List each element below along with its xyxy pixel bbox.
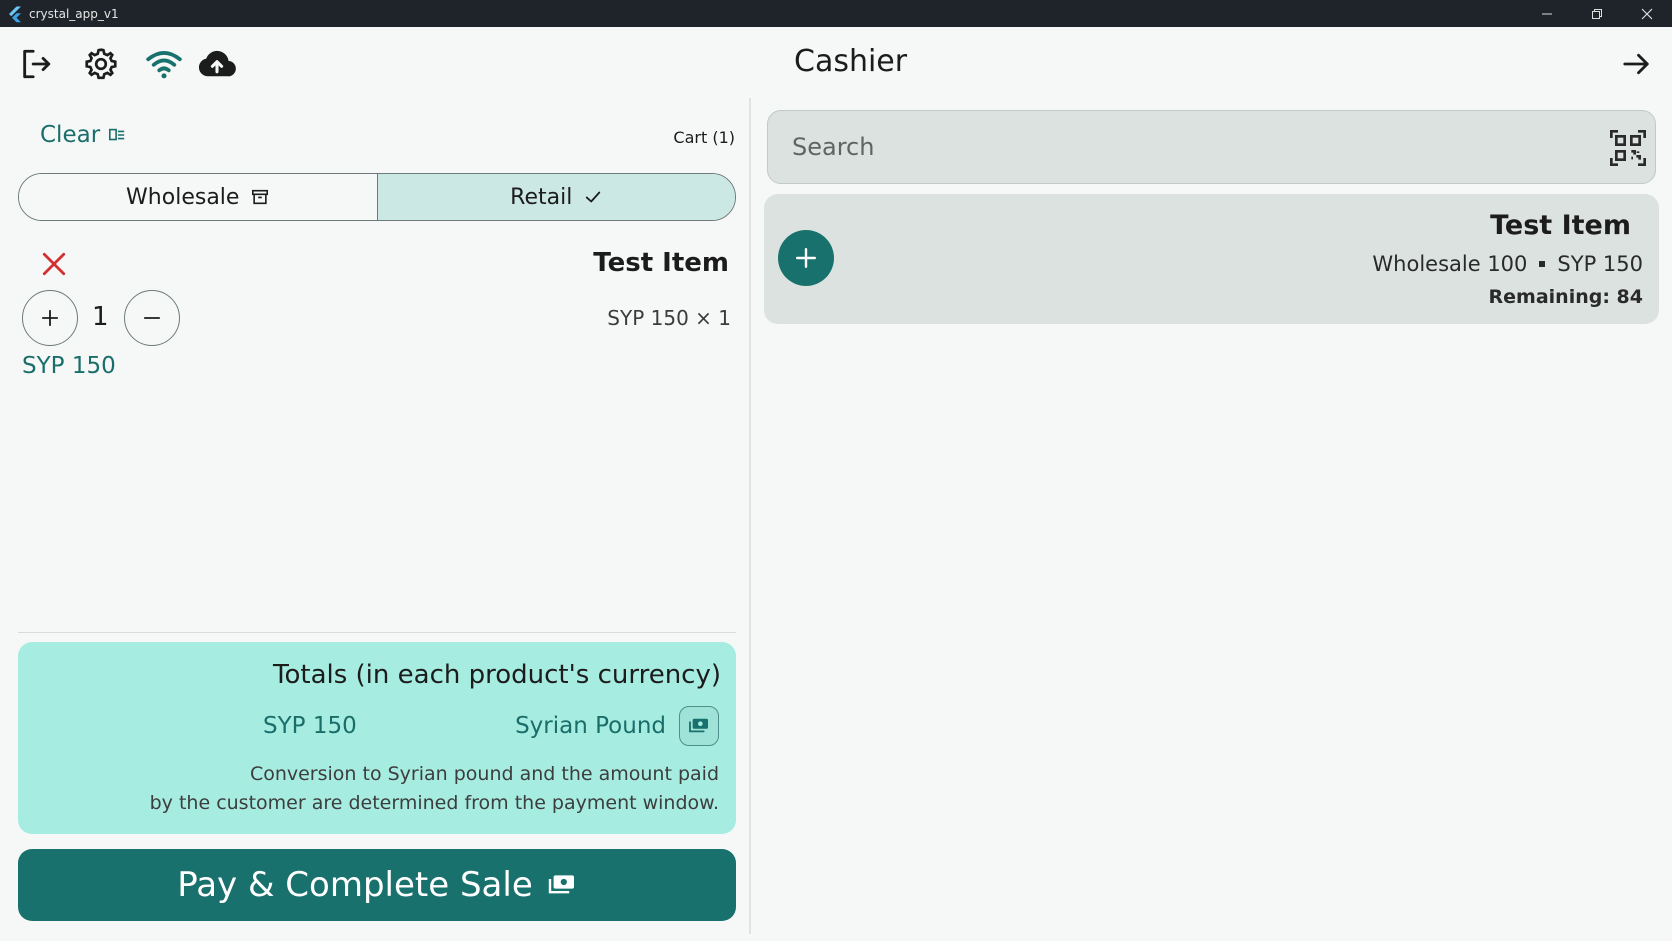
check-icon xyxy=(586,191,601,203)
plus-icon xyxy=(41,309,59,327)
clear-list-icon xyxy=(109,128,125,141)
totals-amount: SYP 150 xyxy=(263,713,357,739)
search-bar xyxy=(767,110,1656,184)
product-card[interactable]: Test Item Wholesale 100 SYP 150 Remainin… xyxy=(764,194,1659,324)
minimize-button[interactable] xyxy=(1522,0,1572,27)
totals-note: Conversion to Syrian pound and the amoun… xyxy=(150,760,719,818)
totals-title: Totals (in each product's currency) xyxy=(273,660,721,690)
totals-panel: Totals (in each product's currency) SYP … xyxy=(18,642,736,834)
forward-button[interactable] xyxy=(1616,44,1656,84)
close-window-button[interactable] xyxy=(1622,0,1672,27)
gear-icon xyxy=(85,48,117,80)
wifi-icon xyxy=(146,51,182,79)
pay-complete-sale-button[interactable]: Pay & Complete Sale xyxy=(18,849,736,921)
arrow-right-icon xyxy=(1623,53,1649,75)
plus-icon xyxy=(795,247,817,269)
cloud-upload-icon xyxy=(198,50,236,77)
decrease-quantity-button[interactable] xyxy=(124,290,180,346)
settings-button[interactable] xyxy=(81,44,121,84)
logout-icon xyxy=(23,49,51,79)
restore-icon xyxy=(1592,8,1602,19)
totals-note-line-1: Conversion to Syrian pound and the amoun… xyxy=(249,763,719,785)
unit-price-line: SYP 150 × 1 xyxy=(607,306,731,330)
page-title: Cashier xyxy=(794,44,908,79)
qr-scanner-icon xyxy=(1610,130,1646,166)
pane-divider xyxy=(749,98,751,934)
payments-icon xyxy=(548,875,574,894)
currency-payment-chip[interactable] xyxy=(679,706,719,746)
cart-divider xyxy=(18,632,736,633)
archive-icon xyxy=(252,189,269,205)
product-prices: Wholesale 100 SYP 150 xyxy=(1372,252,1643,276)
totals-note-line-2: by the customer are determined from the … xyxy=(149,792,719,814)
clear-cart-button[interactable]: Clear xyxy=(40,122,126,148)
search-input[interactable] xyxy=(792,111,1572,183)
increase-quantity-button[interactable] xyxy=(22,290,78,346)
close-icon xyxy=(1641,8,1653,19)
product-retail-price: SYP 150 xyxy=(1557,252,1643,276)
window-title-bar: crystal_app_v1 xyxy=(0,0,1672,27)
line-total: SYP 150 xyxy=(22,353,116,379)
cart-item-name: Test Item xyxy=(593,248,729,278)
window-title: crystal_app_v1 xyxy=(29,6,119,21)
pay-button-label: Pay & Complete Sale xyxy=(177,865,533,905)
retail-segment[interactable]: Retail xyxy=(377,174,735,220)
product-name: Test Item xyxy=(1490,210,1631,241)
restore-button[interactable] xyxy=(1572,0,1622,27)
minus-icon xyxy=(143,317,161,319)
price-mode-toggle: Wholesale Retail xyxy=(18,173,736,221)
add-to-cart-button[interactable] xyxy=(778,230,834,286)
minimize-icon xyxy=(1542,13,1552,14)
cart-count: Cart (1) xyxy=(673,128,735,147)
quantity-value: 1 xyxy=(92,302,109,332)
separator-dot xyxy=(1539,261,1546,267)
logout-button[interactable] xyxy=(16,44,56,84)
product-remaining-stock: Remaining: 84 xyxy=(1488,286,1643,308)
sync-upload-button[interactable] xyxy=(197,44,237,84)
scan-qr-button[interactable] xyxy=(1605,125,1651,171)
payments-icon xyxy=(689,718,708,733)
wholesale-segment[interactable]: Wholesale xyxy=(19,174,378,220)
flutter-logo-icon xyxy=(9,6,21,22)
clear-label: Clear xyxy=(40,122,101,148)
close-icon xyxy=(42,252,66,276)
retail-label: Retail xyxy=(510,184,573,210)
remove-item-button[interactable] xyxy=(38,248,70,280)
connection-status-button[interactable] xyxy=(144,44,184,84)
wholesale-label: Wholesale xyxy=(126,184,240,210)
product-wholesale-price: Wholesale 100 xyxy=(1372,252,1528,276)
totals-currency: Syrian Pound xyxy=(515,713,666,739)
